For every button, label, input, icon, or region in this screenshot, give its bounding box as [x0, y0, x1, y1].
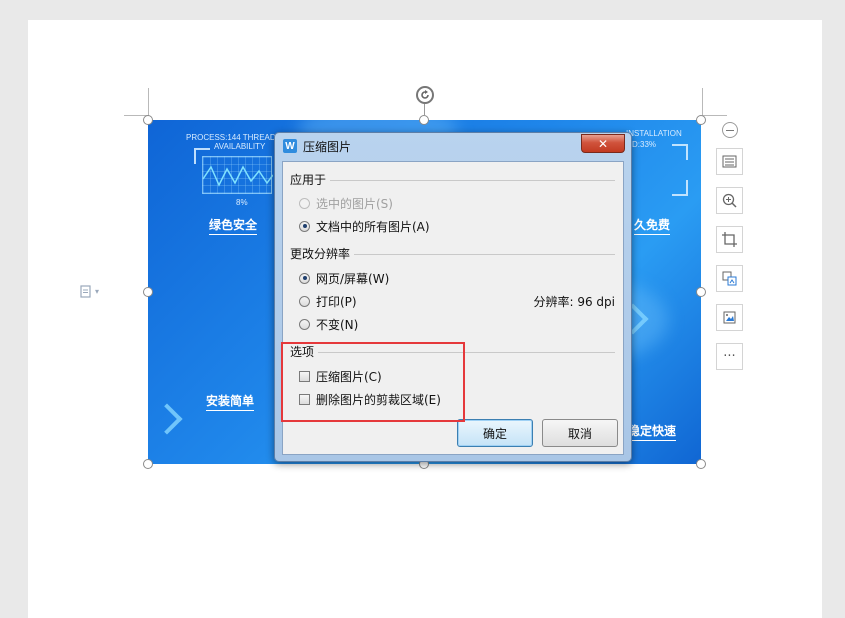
page-corner-mark [703, 115, 727, 116]
chevron-icon [151, 403, 183, 435]
print-radio[interactable]: 打印(P) [299, 293, 357, 309]
resize-handle-top-right[interactable] [696, 115, 706, 125]
cancel-button[interactable]: 取消 [542, 419, 618, 447]
resize-handle-bottom-right[interactable] [696, 459, 706, 469]
highlight-box [281, 342, 465, 422]
resize-handle-top-left[interactable] [143, 115, 153, 125]
crop-icon [722, 232, 737, 247]
hud-text: AVAILABILITY [214, 142, 266, 151]
image-settings-icon [723, 311, 736, 324]
page-corner-mark [702, 88, 703, 116]
hud-text: INSTALLATION [626, 129, 682, 138]
resize-handle-top[interactable] [419, 115, 429, 125]
feature-label: 安装简单 [206, 392, 255, 411]
dialog-title: 压缩图片 [303, 139, 352, 154]
radio-icon [299, 295, 310, 307]
dropdown-arrow-icon: ▾ [95, 286, 100, 296]
print-label: 打印(P) [316, 294, 357, 309]
replace-image-button[interactable] [716, 265, 743, 292]
radio-icon [299, 318, 310, 330]
page-corner-mark [148, 88, 149, 116]
more-icon: ··· [723, 349, 736, 364]
feature-label: 久免费 [634, 216, 671, 235]
wrap-text-icon [722, 155, 737, 168]
all-images-radio[interactable]: 文档中的所有图片(A) [299, 218, 430, 234]
feature-label: 稳定快速 [628, 422, 677, 441]
hud-bracket [672, 144, 688, 160]
more-button[interactable]: ··· [716, 343, 743, 370]
wps-app-icon: W [283, 139, 297, 153]
zoom-in-icon [722, 193, 737, 208]
apply-to-group: 应用于 [290, 171, 615, 187]
hud-text: PROCESS:144 THREAD [186, 133, 276, 142]
hud-text: 8% [236, 198, 248, 207]
radio-checked-icon [299, 272, 310, 284]
dialog-titlebar[interactable]: W 压缩图片 ✕ [275, 133, 631, 159]
replace-image-icon [722, 271, 737, 286]
apply-to-heading: 应用于 [290, 172, 327, 187]
selected-images-radio[interactable]: 选中的图片(S) [299, 195, 393, 211]
hud-bracket [672, 180, 688, 196]
image-settings-button[interactable] [716, 304, 743, 331]
close-button[interactable]: ✕ [581, 134, 625, 153]
resize-handle-left[interactable] [143, 287, 153, 297]
hud-bracket [194, 148, 210, 164]
ok-button[interactable]: 确定 [457, 419, 533, 447]
selected-images-label: 选中的图片(S) [316, 196, 393, 211]
paste-options-icon[interactable]: ▾ [80, 283, 110, 299]
rotate-icon [421, 90, 429, 99]
rotate-handle[interactable] [416, 86, 434, 104]
resize-handle-right[interactable] [696, 287, 706, 297]
zoom-in-button[interactable] [716, 187, 743, 214]
no-change-radio[interactable]: 不变(N) [299, 316, 358, 332]
resolution-value: 分辨率: 96 dpi [533, 295, 615, 309]
hud-text: D:33% [632, 140, 657, 149]
wave-graph [202, 156, 274, 194]
resolution-heading: 更改分辨率 [290, 246, 351, 261]
resize-handle-bottom-left[interactable] [143, 459, 153, 469]
no-change-label: 不变(N) [316, 317, 359, 332]
radio-checked-icon [299, 220, 310, 232]
web-screen-radio[interactable]: 网页/屏幕(W) [299, 270, 389, 286]
close-icon: ✕ [597, 136, 609, 151]
collapse-icon[interactable] [722, 122, 738, 138]
all-images-label: 文档中的所有图片(A) [316, 219, 430, 234]
rotate-connector [424, 104, 425, 116]
radio-icon [299, 197, 310, 209]
crop-button[interactable] [716, 226, 743, 253]
web-screen-label: 网页/屏幕(W) [316, 271, 390, 286]
wrap-text-button[interactable] [716, 148, 743, 175]
resolution-group: 更改分辨率 [290, 245, 615, 261]
feature-label: 绿色安全 [209, 216, 258, 235]
